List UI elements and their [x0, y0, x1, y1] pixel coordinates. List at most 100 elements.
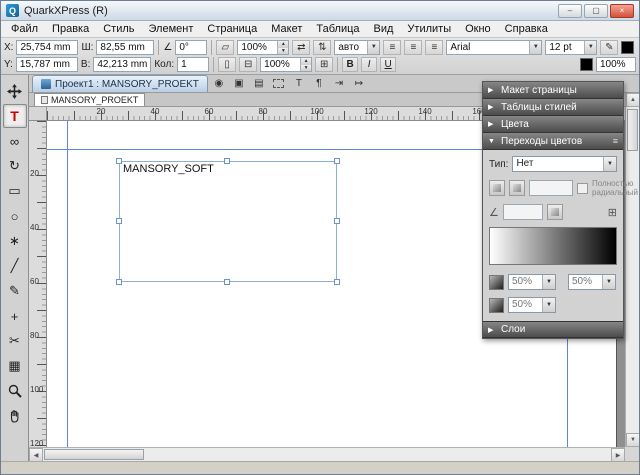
width-field[interactable]: 82,55 mm — [96, 40, 154, 55]
scale-v-spinner[interactable]: ▲▼ — [300, 58, 311, 71]
align-left-button[interactable]: ≡ — [383, 40, 401, 55]
palette-header-style-sheets[interactable]: ▶ Таблицы стилей — [483, 99, 623, 116]
scroll-right-button[interactable]: ▶ — [611, 448, 625, 462]
layout-tab[interactable]: MANSORY_PROEKT — [34, 93, 145, 106]
project-tab[interactable]: Проект1 : MANSORY_PROEKT — [32, 75, 208, 92]
starburst-tool[interactable]: ∗ — [3, 229, 27, 253]
color2-swatch[interactable] — [489, 298, 504, 313]
oval-box-tool[interactable]: ○ — [3, 204, 27, 228]
font-family-combo[interactable]: Arial ▼ — [446, 40, 542, 55]
scale-h-combo[interactable]: 100% ▲▼ — [237, 40, 289, 55]
grid-button[interactable]: ⊞ — [315, 57, 333, 72]
menu-file[interactable]: Файл — [4, 21, 45, 37]
menu-page[interactable]: Страница — [200, 21, 264, 37]
palette-header-color-blends[interactable]: ▼ Переходы цветов ≡ — [483, 133, 623, 150]
paragraph-marks-button[interactable]: ¶ — [310, 76, 328, 91]
italic-button[interactable]: I — [361, 57, 377, 72]
bold-button[interactable]: B — [342, 57, 358, 72]
palette-header-page-layout[interactable]: ▶ Макет страницы — [483, 82, 623, 99]
flip-horizontal-button[interactable]: ⇄ — [292, 40, 310, 55]
font-size-combo[interactable]: 12 pt ▼ — [545, 40, 597, 55]
line-tool[interactable]: ╱ — [3, 254, 27, 278]
tab-order-button[interactable]: ⇥ — [330, 76, 348, 91]
vertical-scrollbar[interactable]: ▲ ▼ — [625, 93, 639, 447]
horizontal-scroll-thumb[interactable] — [44, 449, 144, 460]
linear-blend-button[interactable] — [489, 180, 505, 196]
freehand-tool[interactable]: + — [3, 304, 27, 328]
view-mode-button[interactable]: ◉ — [210, 76, 228, 91]
menu-style[interactable]: Стиль — [96, 21, 141, 37]
box-shape-button[interactable]: ▯ — [218, 57, 236, 72]
scale-v-combo[interactable]: 100% ▲▼ — [260, 57, 312, 72]
text-mode-button[interactable]: T — [290, 76, 308, 91]
menu-item[interactable]: Элемент — [142, 21, 201, 37]
menu-table[interactable]: Таблица — [309, 21, 366, 37]
x-position-field[interactable]: 25,754 mm — [16, 40, 78, 55]
palette-menu-icon[interactable]: ≡ — [613, 136, 618, 146]
resize-handle-se[interactable] — [334, 279, 340, 285]
text-content-tool[interactable]: T — [3, 104, 27, 128]
horizontal-scrollbar[interactable]: ◀ ▶ — [29, 447, 625, 461]
resize-handle-e[interactable] — [334, 218, 340, 224]
palette-header-layers[interactable]: ▶ Слои — [483, 321, 623, 338]
scissors-tool[interactable]: ✂ — [3, 329, 27, 353]
rows-view-button[interactable]: ▤ — [250, 76, 268, 91]
maximize-button[interactable]: ▢ — [584, 4, 608, 18]
page-grid-button[interactable]: ▣ — [230, 76, 248, 91]
rectangle-box-tool[interactable]: ▭ — [3, 179, 27, 203]
marquee-select-button[interactable] — [270, 76, 288, 91]
columns-field[interactable]: 1 — [177, 57, 209, 72]
color1-swatch[interactable] — [489, 275, 504, 290]
rotation-tool[interactable]: ↻ — [3, 154, 27, 178]
menu-window[interactable]: Окно — [458, 21, 498, 37]
height-field[interactable]: 42,213 mm — [93, 57, 151, 72]
box-merge-button[interactable]: ⊟ — [239, 57, 257, 72]
resize-handle-n[interactable] — [224, 158, 230, 164]
menu-view[interactable]: Вид — [367, 21, 401, 37]
text-opacity-field[interactable]: 100% — [596, 57, 636, 72]
flip-vertical-button[interactable]: ⇅ — [313, 40, 331, 55]
pen-style-button[interactable]: ✎ — [600, 40, 618, 55]
text-box-content[interactable]: MANSORY_SOFT — [123, 163, 214, 175]
shade1-combo[interactable]: 50% ▼ — [508, 274, 556, 290]
vertical-ruler[interactable]: 20 40 60 80 100 120 — [29, 121, 47, 447]
skew-button[interactable]: ▱ — [216, 40, 234, 55]
blend-angle-field[interactable] — [503, 204, 543, 220]
align-right-button[interactable]: ≡ — [425, 40, 443, 55]
underline-button[interactable]: U — [380, 57, 396, 72]
selected-text-box[interactable]: MANSORY_SOFT — [119, 161, 337, 282]
menu-help[interactable]: Справка — [498, 21, 555, 37]
full-radial-checkbox[interactable] — [577, 183, 588, 194]
pan-tool[interactable] — [3, 404, 27, 428]
item-tool[interactable] — [3, 79, 27, 103]
linking-tool[interactable]: ∞ — [3, 129, 27, 153]
frame-color-swatch[interactable] — [621, 41, 634, 54]
scroll-left-button[interactable]: ◀ — [29, 448, 43, 462]
vertical-scroll-thumb[interactable] — [627, 109, 638, 151]
y-position-field[interactable]: 15,787 mm — [16, 57, 78, 72]
text-color-swatch[interactable] — [580, 58, 593, 71]
palette-header-colors[interactable]: ▶ Цвета — [483, 116, 623, 133]
scale-h-spinner[interactable]: ▲▼ — [277, 41, 288, 54]
shade3-combo[interactable]: 50% ▼ — [508, 297, 556, 313]
resize-handle-nw[interactable] — [116, 158, 122, 164]
resize-handle-s[interactable] — [224, 279, 230, 285]
link-order-button[interactable]: ↦ — [350, 76, 368, 91]
shade2-combo[interactable]: 50% ▼ — [568, 274, 616, 290]
minimize-button[interactable]: – — [558, 4, 582, 18]
rotation-angle-field[interactable]: 0° — [175, 40, 207, 55]
menu-edit[interactable]: Правка — [45, 21, 96, 37]
radial-blend-button[interactable] — [509, 180, 525, 196]
blend-type-combo[interactable]: Нет ▼ — [512, 156, 617, 172]
bezier-pen-tool[interactable]: ✎ — [3, 279, 27, 303]
blend-value-field[interactable] — [529, 180, 573, 196]
zoom-tool[interactable] — [3, 379, 27, 403]
menu-utilities[interactable]: Утилиты — [400, 21, 458, 37]
angle-reference-button[interactable] — [547, 204, 563, 220]
resize-handle-sw[interactable] — [116, 279, 122, 285]
resize-handle-w[interactable] — [116, 218, 122, 224]
leading-combo[interactable]: авто ▼ — [334, 40, 380, 55]
table-tool[interactable]: ▦ — [3, 354, 27, 378]
align-center-button[interactable]: ≡ — [404, 40, 422, 55]
close-button[interactable]: × — [610, 4, 634, 18]
